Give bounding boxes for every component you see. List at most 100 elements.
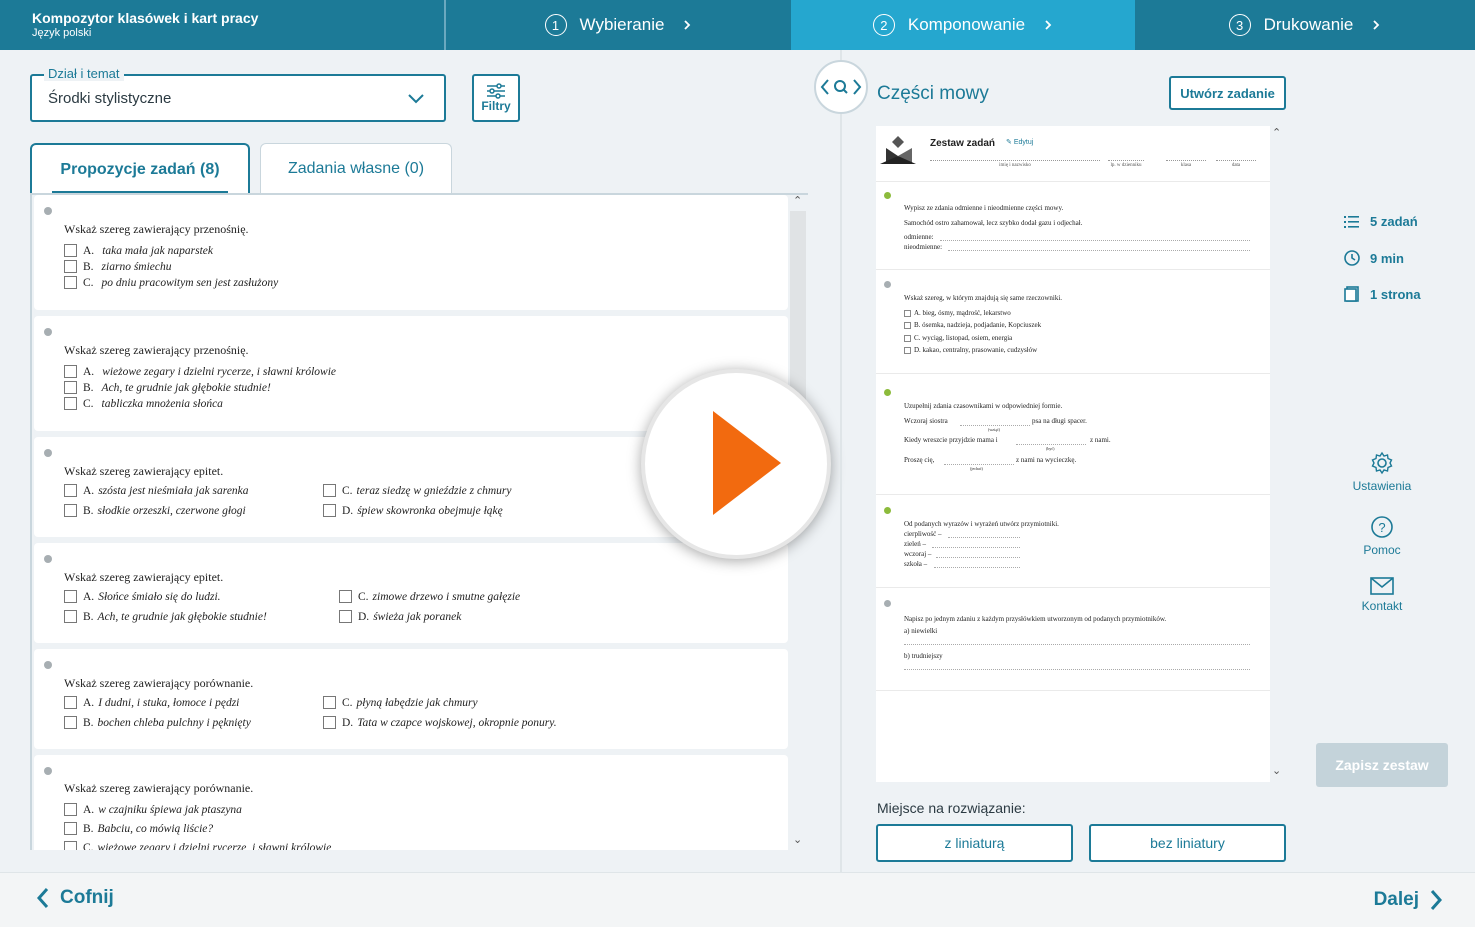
worksheet-task[interactable]: Wskaż szereg, w którym znajdują się same… <box>876 271 1270 374</box>
task-question: Napisz po jednym zdaniu z każdym przysłó… <box>904 615 1167 623</box>
task-option: A. wieżowe zegary i dzielni rycerze, i sł… <box>64 365 336 378</box>
option-text: teraz siedzę w gnieździe z chmury <box>356 484 512 497</box>
answer-item: b) trudniejszy <box>904 652 943 660</box>
checkbox[interactable] <box>64 696 77 709</box>
stat-time: 9 min <box>1344 250 1404 266</box>
checkbox[interactable] <box>64 484 77 497</box>
chevron-right-icon <box>1373 20 1380 30</box>
checkbox[interactable] <box>323 504 336 517</box>
without-lines-button[interactable]: bez liniatury <box>1089 824 1286 862</box>
create-task-button[interactable]: Utwórz zadanie <box>1169 76 1286 110</box>
answer-line <box>960 425 1030 426</box>
tab-proposals[interactable]: Propozycje zadań (8) <box>30 143 250 194</box>
task-question: Wskaż szereg zawierający porównanie. <box>64 781 254 795</box>
worksheet-preview[interactable]: Zestaw zadań ✎ Edytuj imię i nazwisko lp… <box>876 126 1270 782</box>
checkbox[interactable] <box>339 590 352 603</box>
field-date: data <box>1216 160 1256 168</box>
option-text: śpiew skowronka obejmuje łąkę <box>357 504 503 517</box>
option-letter: B. <box>83 716 94 729</box>
option-text: Ach, te grudnie jak głębokie studnie! <box>101 381 271 394</box>
task-card[interactable]: Wskaż szereg zawierający porównanie. A. I… <box>34 649 788 749</box>
option-text: Ach, te grudnie jak głębokie studnie! <box>97 610 267 623</box>
task-option: A. bieg, ósmy, mądrość, lekarstwo <box>904 309 1011 317</box>
gear-icon <box>1371 451 1393 475</box>
checkbox[interactable] <box>64 841 77 850</box>
preview-scrollbar[interactable]: ⌃ ⌄ <box>1270 126 1286 782</box>
step-drukowanie[interactable]: 3 Drukowanie <box>1135 0 1475 50</box>
task-card[interactable]: Wskaż szereg zawierający przenośnię. A. t… <box>34 195 788 310</box>
play-video-button[interactable] <box>641 369 831 559</box>
answer-item: cierpliwość – <box>904 530 942 538</box>
option-letter: A. <box>83 803 95 816</box>
checkbox[interactable] <box>64 822 77 835</box>
preview-zoom-button[interactable] <box>814 60 868 114</box>
field-class: klasa <box>1166 160 1206 168</box>
checkbox[interactable] <box>64 716 77 729</box>
checkbox[interactable] <box>64 260 77 273</box>
task-card[interactable]: Wskaż szereg zawierający porównanie. A. w… <box>34 755 788 850</box>
contact-link[interactable]: Kontakt <box>1344 577 1420 613</box>
scroll-down-icon[interactable]: ⌄ <box>793 833 802 846</box>
tab-own-tasks[interactable]: Zadania własne (0) <box>260 143 452 193</box>
worksheet-header: Zestaw zadań ✎ Edytuj imię i nazwisko lp… <box>876 126 1270 182</box>
scroll-down-icon[interactable]: ⌄ <box>1272 764 1281 777</box>
option-letter: C. <box>83 841 94 851</box>
answer-line <box>1016 444 1086 445</box>
help-icon: ? <box>1371 516 1393 538</box>
worksheet-task[interactable]: Uzupełnij zdania czasownikami w odpowied… <box>876 375 1270 495</box>
save-set-button[interactable]: Zapisz zestaw <box>1316 743 1448 787</box>
answer-item: szkoła – <box>904 560 928 568</box>
step-number: 2 <box>872 14 895 36</box>
field-number: lp. w dzienniku <box>1108 160 1144 168</box>
play-icon <box>713 411 781 515</box>
checkbox[interactable] <box>64 276 77 289</box>
task-sentence: Samochód ostro zahamował, lecz szybko do… <box>904 219 1083 227</box>
worksheet-task[interactable]: Wypisz ze zdania odmienne i nieodmienne … <box>876 182 1270 270</box>
scroll-up-icon[interactable]: ⌃ <box>1272 126 1281 139</box>
answer-line <box>948 537 1020 538</box>
topic-select[interactable]: Dział i temat Środki stylistyczne <box>30 66 446 122</box>
step-label: Komponowanie <box>907 15 1026 34</box>
next-button[interactable]: Dalej <box>1374 889 1443 911</box>
option-letter: B. <box>83 381 94 394</box>
stat-pages: 1 strona <box>1344 286 1421 302</box>
checkbox[interactable] <box>323 696 336 709</box>
scroll-up-icon[interactable]: ⌃ <box>793 194 802 207</box>
option-letter: B. <box>83 822 94 835</box>
back-button[interactable]: Cofnij <box>36 887 114 909</box>
option-letter: A. <box>83 590 95 603</box>
checkbox[interactable] <box>64 244 77 257</box>
worksheet-task[interactable]: Od podanych wyrazów i wyrażeń utwórz prz… <box>876 496 1270 588</box>
status-dot <box>44 328 52 336</box>
option-text: Babciu, co mówią liście? <box>97 822 214 835</box>
answer-line <box>940 240 1250 241</box>
checkbox[interactable] <box>64 610 77 623</box>
checkbox[interactable] <box>64 381 77 394</box>
step-komponowanie[interactable]: 2 Komponowanie <box>791 0 1135 50</box>
worksheet-task[interactable]: Napisz po jednym zdaniu z każdym przysłó… <box>876 589 1270 691</box>
help-label: Pomoc <box>1363 543 1401 557</box>
task-option: B. Ach, te grudnie jak głębokie studnie! <box>64 610 267 623</box>
checkbox[interactable] <box>64 365 77 378</box>
task-card[interactable]: Wskaż szereg zawierający epitet. A. Słońc… <box>34 543 788 643</box>
mail-icon <box>1370 577 1394 595</box>
help-link[interactable]: ? Pomoc <box>1344 515 1420 557</box>
checkbox[interactable] <box>64 504 77 517</box>
checkbox[interactable] <box>64 803 77 816</box>
task-option: D. kakao, centralny, prasowanie, cudzysł… <box>904 346 1037 354</box>
checkbox[interactable] <box>64 590 77 603</box>
filters-button[interactable]: Filtry <box>472 74 520 122</box>
with-lines-button[interactable]: z liniaturą <box>876 824 1073 862</box>
next-label: Dalej <box>1373 889 1419 910</box>
checkbox[interactable] <box>339 610 352 623</box>
page-icon <box>1344 286 1359 302</box>
checkbox[interactable] <box>323 716 336 729</box>
option-letter: A. <box>83 484 95 497</box>
checkbox[interactable] <box>64 397 77 410</box>
step-wybieranie[interactable]: 1 Wybieranie <box>446 0 791 50</box>
edit-link[interactable]: ✎ Edytuj <box>1006 138 1033 146</box>
option-text: tabliczka mnożenia słońca <box>101 397 223 410</box>
hint: (być) <box>1046 446 1055 451</box>
settings-link[interactable]: Ustawienia <box>1344 451 1420 493</box>
checkbox[interactable] <box>323 484 336 497</box>
